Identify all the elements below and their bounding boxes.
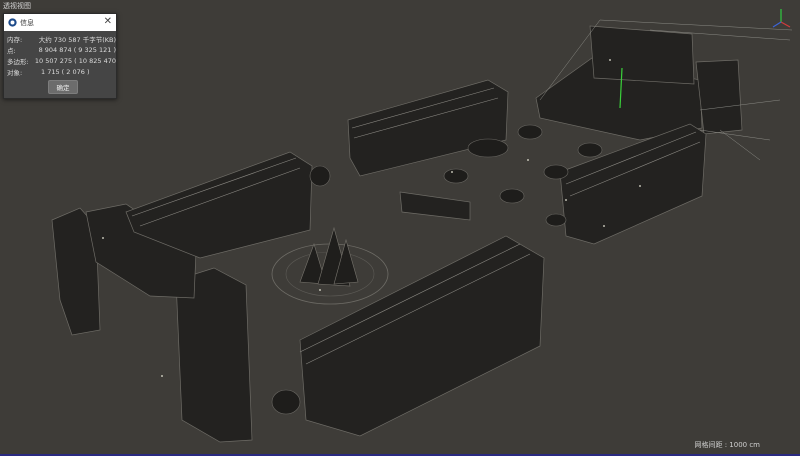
info-dialog: 信息 ✕ 内存: 大约 730 587 千字节(KB) 点: 8 904 874… [3,13,117,99]
info-row-points: 点: 8 904 874 ( 9 325 121 ) [7,44,116,55]
info-label: 点: [7,46,16,55]
info-rows: 内存: 大约 730 587 千字节(KB) 点: 8 904 874 ( 9 … [4,31,116,77]
grid-spacing-label: 网格间距 : 1000 cm [694,441,760,449]
dialog-title: 信息 [20,18,34,27]
axis-gizmo-icon[interactable] [770,6,792,32]
info-label: 多边形: [7,57,29,66]
perspective-viewport[interactable]: 透视视图 网格间距: 1000 cm [0,0,800,456]
info-value: 10 507 275 ( 10 825 470 [34,56,116,65]
info-row-memory: 内存: 大约 730 587 千字节(KB) [7,33,116,44]
info-label: 对象: [7,68,23,77]
dialog-header: 信息 ✕ [4,14,116,31]
info-row-objects: 对象: 1 715 ( 2 076 ) [7,66,116,77]
festival-scene-render[interactable] [0,0,800,456]
cinema4d-logo-icon [8,18,17,27]
close-icon[interactable]: ✕ [104,16,112,28]
info-value: 1 715 ( 2 076 ) [41,67,90,76]
info-row-polygons: 多边形: 10 507 275 ( 10 825 470 [7,55,116,66]
info-label: 内存: [7,35,23,44]
info-value: 大约 730 587 千字节(KB) [38,35,116,44]
ok-button[interactable]: 确定 [48,80,78,94]
info-value: 8 904 874 ( 9 325 121 ) [38,45,116,54]
